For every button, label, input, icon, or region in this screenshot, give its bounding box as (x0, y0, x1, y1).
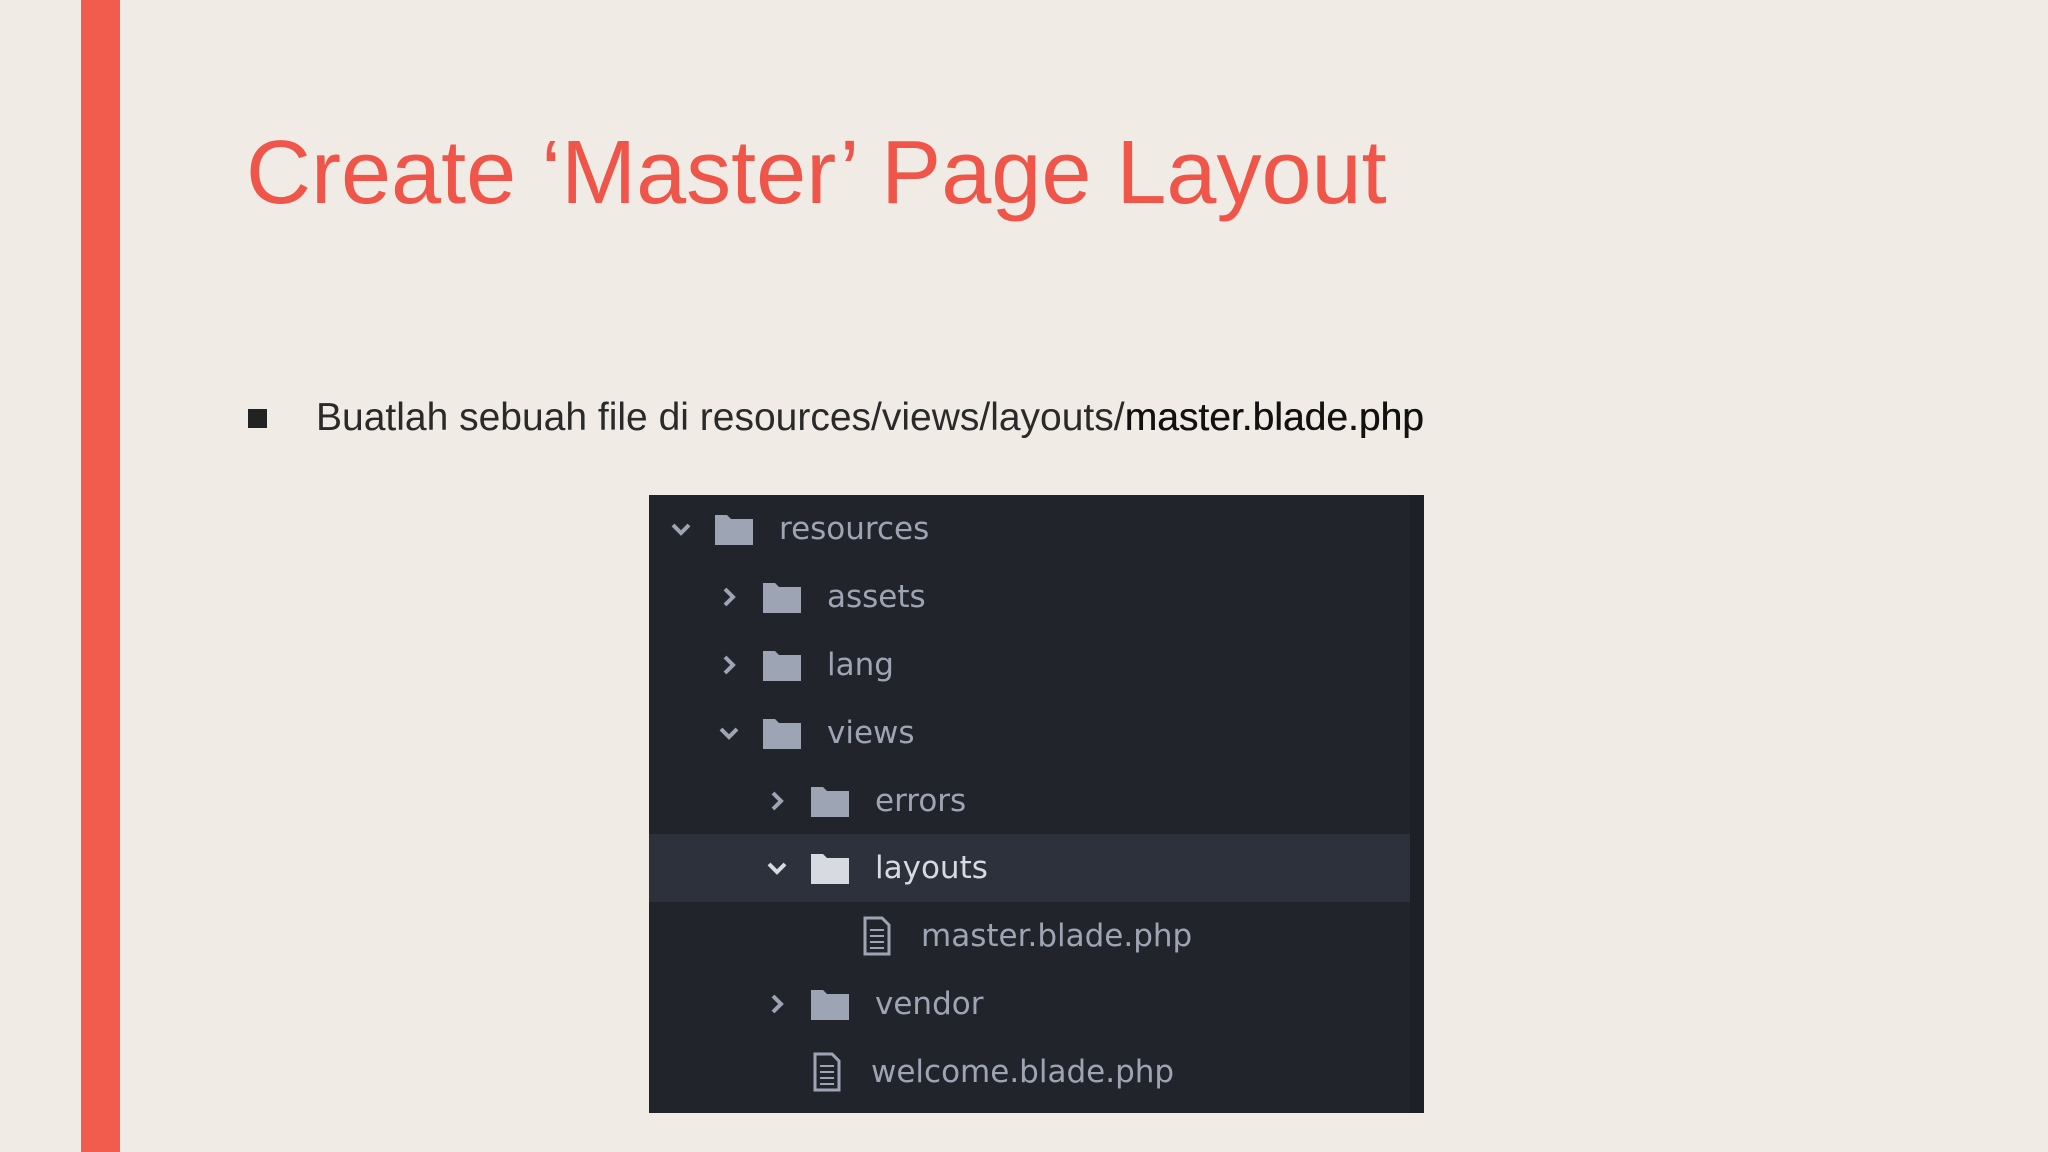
tree-item-label: views (827, 715, 915, 751)
tree-item-views[interactable]: views (649, 699, 1424, 767)
tree-item-label: layouts (875, 850, 988, 886)
chevron-right-icon[interactable] (765, 992, 789, 1016)
tree-item-errors[interactable]: errors (649, 767, 1424, 835)
tree-item-assets[interactable]: assets (649, 563, 1424, 631)
tree-item-welcome-blade[interactable]: welcome.blade.php (649, 1038, 1424, 1106)
folder-icon (763, 583, 801, 613)
chevron-right-icon[interactable] (717, 653, 741, 677)
tree-item-vendor[interactable]: vendor (649, 970, 1424, 1038)
tree-item-label: master.blade.php (921, 918, 1193, 954)
chevron-right-icon[interactable] (765, 789, 789, 813)
chevron-down-icon[interactable] (669, 517, 693, 541)
file-tree-screenshot: resources assets lang views errors layou… (649, 495, 1424, 1113)
folder-icon (811, 990, 849, 1020)
folder-icon (811, 854, 849, 884)
slide-title: Create ‘Master’ Page Layout (246, 123, 1387, 223)
tree-item-label: resources (779, 511, 930, 547)
chevron-down-icon[interactable] (717, 721, 741, 745)
tree-item-label: welcome.blade.php (871, 1054, 1175, 1090)
folder-icon (811, 787, 849, 817)
bullet-emphasis: master.blade.php (1124, 396, 1424, 439)
folder-icon (763, 651, 801, 681)
file-text-icon (813, 1052, 841, 1092)
chevron-down-icon[interactable] (765, 856, 789, 880)
tree-edge-strip (1410, 495, 1424, 1113)
accent-bar (81, 0, 120, 1152)
bullet-item: Buatlah sebuah file di resources/views/l… (248, 390, 1424, 446)
file-text-icon (863, 916, 891, 956)
bullet-text: Buatlah sebuah file di resources/views/l… (316, 396, 1125, 439)
tree-item-resources[interactable]: resources (649, 495, 1424, 563)
tree-item-label: errors (875, 783, 967, 819)
tree-item-label: vendor (875, 986, 984, 1022)
chevron-right-icon[interactable] (717, 585, 741, 609)
slide: Create ‘Master’ Page Layout Buatlah sebu… (0, 0, 2048, 1152)
tree-item-master-blade[interactable]: master.blade.php (649, 902, 1424, 970)
tree-item-layouts[interactable]: layouts (649, 834, 1424, 902)
tree-item-label: assets (827, 579, 926, 615)
tree-item-label: lang (827, 647, 894, 683)
tree-item-lang[interactable]: lang (649, 631, 1424, 699)
folder-icon (715, 515, 753, 545)
folder-icon (763, 719, 801, 749)
bullet-marker (248, 408, 267, 428)
